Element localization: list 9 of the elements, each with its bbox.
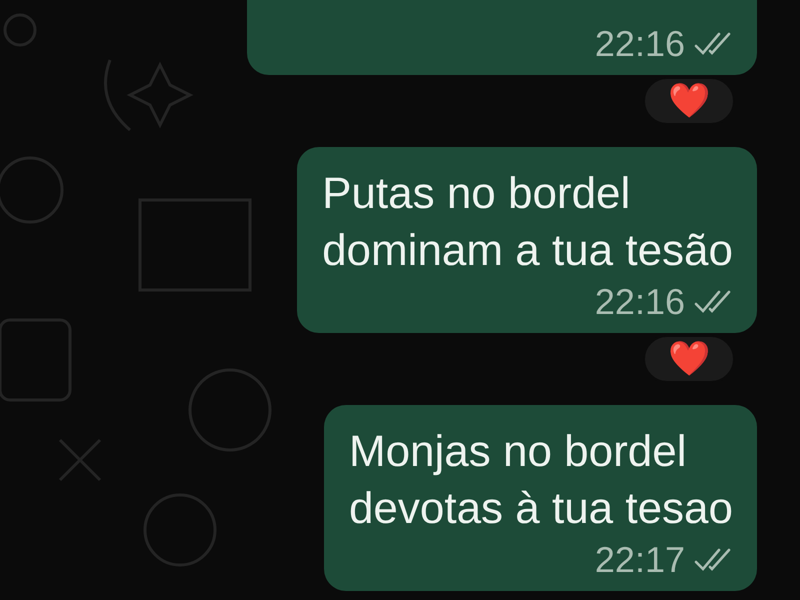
message-text: Monjas no bordel [348,426,688,478]
reaction-badge[interactable]: ❤ [643,335,735,383]
reaction-badge[interactable]: ❤ [643,77,735,125]
message-text: devotas à tua tesao [348,483,733,535]
message-time: 22:16 [594,281,685,323]
message-text: Putas no bordel [322,168,632,220]
message-time: 22:17 [594,539,685,581]
message-time: 22:16 [594,23,685,65]
message-text: dominam a tua tesão [322,225,733,277]
